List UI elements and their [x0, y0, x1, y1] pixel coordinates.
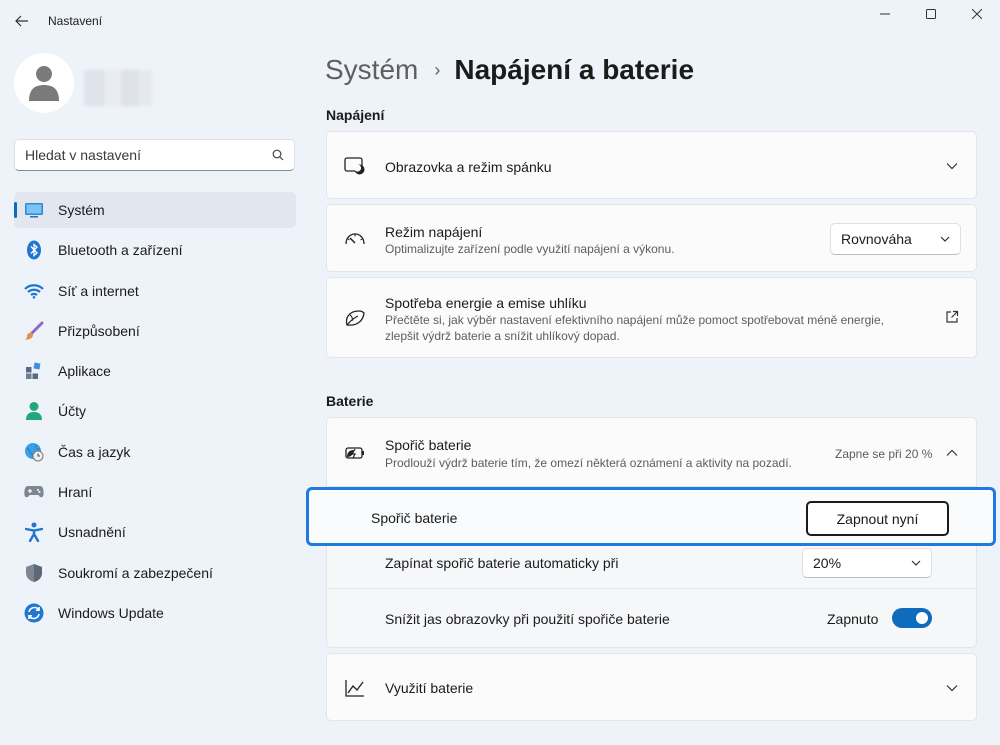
line-chart-icon [344, 677, 366, 699]
breadcrumb-parent[interactable]: Systém [325, 54, 418, 86]
sidebar-item-accessibility[interactable]: Usnadnění [14, 514, 296, 550]
sidebar-item-personalization[interactable]: Přizpůsobení [14, 313, 296, 349]
back-button[interactable] [8, 8, 36, 34]
avatar[interactable] [14, 53, 74, 113]
app-title: Nastavení [48, 14, 103, 28]
toggle-knob [916, 612, 928, 624]
row-label: Zapínat spořič baterie automaticky při [385, 555, 619, 571]
maximize-button[interactable] [908, 0, 954, 28]
sidebar-item-label: Aplikace [58, 363, 111, 380]
battery-saver-icon [344, 442, 366, 464]
card-title: Využití baterie [385, 680, 474, 696]
sidebar-item-apps[interactable]: Aplikace [14, 353, 296, 389]
search-icon[interactable] [272, 149, 284, 161]
update-icon [24, 603, 44, 623]
card-title: Spořič baterie [385, 437, 472, 453]
toggle-state-label: Zapnuto [827, 611, 879, 627]
sidebar-item-label: Bluetooth a zařízení [58, 242, 183, 259]
auto-saver-threshold-dropdown[interactable]: 20% [802, 548, 932, 578]
sidebar-item-label: Čas a jazyk [58, 443, 131, 460]
sidebar-item-time-language[interactable]: Čas a jazyk [14, 434, 296, 470]
external-link-icon[interactable] [944, 309, 960, 325]
breadcrumb-separator: › [434, 59, 441, 80]
sidebar-item-windows-update[interactable]: Windows Update [14, 595, 296, 631]
brush-icon [24, 321, 44, 341]
sidebar-item-network[interactable]: Síť a internet [14, 273, 296, 309]
chevron-up-icon[interactable] [944, 445, 960, 461]
wifi-icon [24, 281, 44, 301]
minimize-icon [880, 13, 890, 15]
battery-saver-status: Zapne se při 20 % [835, 447, 933, 461]
battery-usage-card[interactable]: Využití baterie [326, 653, 977, 721]
chevron-down-icon [911, 560, 921, 566]
gamepad-icon [24, 482, 44, 502]
power-mode-card: Režim napájení Optimalizujte zařízení po… [326, 204, 977, 272]
maximize-icon [926, 9, 936, 19]
globe-clock-icon [24, 442, 44, 462]
sidebar-nav: Systém Bluetooth a zařízení Síť a intern… [14, 192, 296, 635]
sidebar-item-gaming[interactable]: Hraní [14, 474, 296, 510]
brightness-toggle[interactable] [892, 608, 932, 628]
leaf-icon [344, 307, 366, 329]
turn-on-now-button[interactable]: Zapnout nyní [806, 501, 949, 536]
gauge-icon [344, 228, 366, 250]
sidebar-item-bluetooth[interactable]: Bluetooth a zařízení [14, 232, 296, 268]
page-title: Napájení a baterie [454, 54, 695, 85]
sidebar-item-label: Hraní [58, 484, 93, 501]
brightness-row: Snížit jas obrazovky při použití spořiče… [326, 589, 977, 648]
breadcrumb: Systém › Napájení a baterie [325, 54, 694, 86]
user-name-redacted [84, 70, 152, 106]
energy-card[interactable]: Spotřeba energie a emise uhlíku Přečtěte… [326, 277, 977, 358]
accessibility-icon [24, 522, 44, 543]
battery-saver-card[interactable]: Spořič baterie Prodlouží výdrž baterie t… [326, 417, 977, 487]
person-icon [24, 401, 44, 421]
chevron-down-icon[interactable] [944, 680, 960, 696]
card-description-line2: zlepšit výdrž baterie a snížit uhlíkový … [385, 329, 620, 343]
sidebar-item-label: Windows Update [58, 604, 164, 621]
card-title: Spotřeba energie a emise uhlíku [385, 295, 587, 311]
bluetooth-icon [24, 240, 44, 260]
monitor-icon [24, 200, 44, 220]
sidebar-item-label: Síť a internet [58, 282, 139, 299]
close-button[interactable] [954, 0, 1000, 28]
shield-icon [24, 563, 44, 583]
battery-saver-highlight-row: Spořič baterie Zapnout nyní [306, 487, 996, 546]
auto-saver-row: Zapínat spořič baterie automaticky při 2… [326, 539, 977, 589]
sidebar-item-accounts[interactable]: Účty [14, 393, 296, 429]
card-description: Prodlouží výdrž baterie tím, že omezí ně… [385, 456, 792, 470]
dropdown-value: Rovnováha [841, 231, 912, 247]
chevron-down-icon [940, 236, 950, 242]
sidebar-item-label: Soukromí a zabezpečení [58, 564, 213, 581]
sidebar-item-label: Účty [58, 403, 86, 420]
card-description: Optimalizujte zařízení podle využití nap… [385, 242, 675, 256]
section-title-power: Napájení [326, 107, 385, 123]
section-title-battery: Baterie [326, 393, 374, 409]
screen-sleep-card[interactable]: Obrazovka a režim spánku [326, 131, 977, 199]
minimize-button[interactable] [862, 0, 908, 28]
button-label: Zapnout nyní [836, 510, 919, 527]
close-icon [972, 9, 982, 19]
person-placeholder-icon [29, 66, 59, 101]
search-input[interactable]: Hledat v nastavení [14, 139, 295, 171]
chevron-down-icon[interactable] [944, 158, 960, 174]
sidebar-item-label: Přizpůsobení [58, 322, 140, 339]
sidebar-item-label: Systém [58, 202, 105, 218]
title-bar: Nastavení [0, 0, 1000, 44]
power-mode-dropdown[interactable]: Rovnováha [830, 223, 961, 255]
card-description-line1: Přečtěte si, jak výběr nastavení efektiv… [385, 313, 884, 327]
arrow-left-icon [15, 15, 28, 27]
row-label: Spořič baterie [371, 510, 458, 526]
screen-sleep-icon [344, 155, 366, 177]
search-placeholder: Hledat v nastavení [25, 147, 141, 163]
sidebar-item-privacy[interactable]: Soukromí a zabezpečení [14, 555, 296, 591]
dropdown-value: 20% [813, 555, 842, 571]
card-title: Režim napájení [385, 224, 483, 240]
sidebar-item-label: Usnadnění [58, 524, 126, 541]
apps-icon [24, 361, 44, 381]
sidebar-item-system[interactable]: Systém [14, 192, 296, 228]
card-title: Obrazovka a režim spánku [385, 159, 552, 175]
row-label: Snížit jas obrazovky při použití spořiče… [385, 611, 670, 627]
